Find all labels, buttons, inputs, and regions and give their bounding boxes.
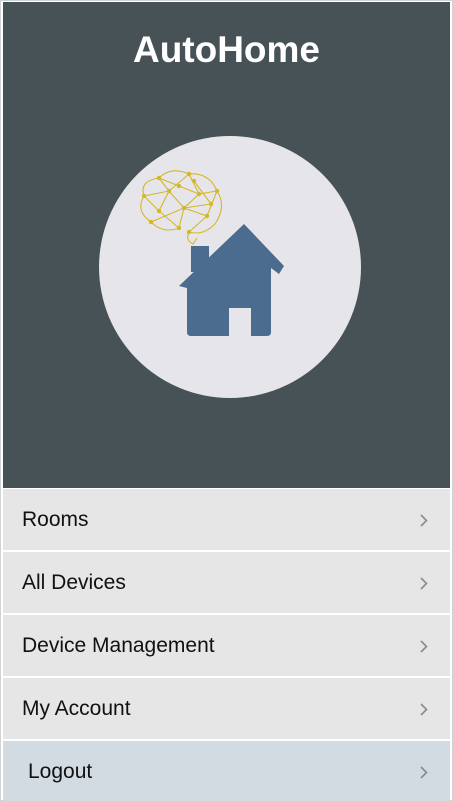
app-title: AutoHome	[132, 29, 321, 70]
menu-item-label: Device Management	[22, 634, 215, 657]
menu-item-label: All Devices	[22, 571, 126, 594]
app-window: AutoHome Rooms All Devices Device Manage…	[0, 0, 453, 801]
chevron-right-icon	[420, 615, 428, 676]
brain-network-icon	[140, 170, 223, 245]
menu-item-all-devices[interactable]: All Devices	[3, 552, 450, 613]
chevron-right-icon	[420, 678, 428, 739]
menu-item-label: Rooms	[22, 508, 89, 531]
header: AutoHome	[3, 2, 450, 488]
menu-item-logout[interactable]: Logout	[3, 741, 450, 801]
menu-item-rooms[interactable]: Rooms	[3, 489, 450, 550]
chevron-right-icon	[420, 552, 428, 613]
smart-home-brain-icon	[140, 170, 284, 336]
chevron-right-icon	[420, 489, 428, 550]
menu-item-label: Logout	[28, 760, 93, 783]
menu-item-my-account[interactable]: My Account	[3, 678, 450, 739]
menu-item-label: My Account	[22, 697, 131, 720]
chevron-right-icon	[420, 741, 428, 801]
app-logo	[99, 136, 361, 398]
menu-item-device-management[interactable]: Device Management	[3, 615, 450, 676]
main-menu: Rooms All Devices Device Management My A…	[3, 489, 450, 801]
